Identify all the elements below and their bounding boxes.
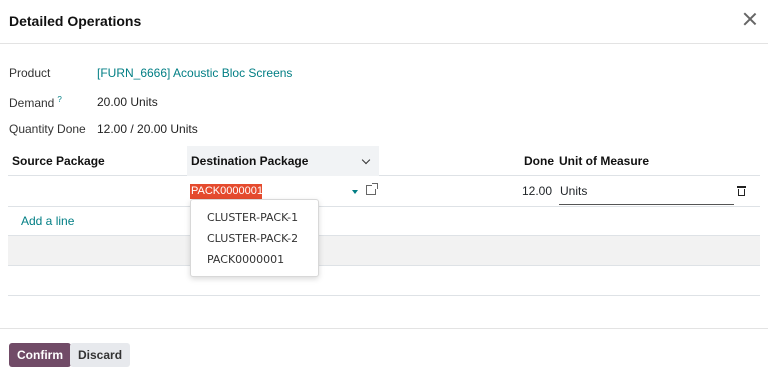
qty-done-label: Quantity Done	[9, 122, 86, 136]
add-line-link[interactable]: Add a line	[21, 214, 74, 228]
autocomplete-dropdown: CLUSTER-PACK-1 CLUSTER-PACK-2 PACK000000…	[190, 199, 319, 277]
trash-icon[interactable]	[737, 186, 746, 196]
destination-package-input[interactable]: PACK0000001	[190, 184, 263, 199]
done-value[interactable]: 12.00	[518, 184, 552, 198]
col-done[interactable]: Done	[524, 146, 554, 176]
close-icon[interactable]	[742, 11, 758, 27]
chevron-down-icon[interactable]	[361, 155, 371, 165]
dialog-title: Detailed Operations	[9, 13, 142, 29]
dropdown-option[interactable]: CLUSTER-PACK-1	[191, 207, 318, 228]
table-header: Source Package Destination Package Done …	[8, 146, 760, 176]
dropdown-option[interactable]: CLUSTER-PACK-2	[191, 228, 318, 249]
empty-row	[8, 266, 760, 296]
dialog-footer: Confirm Discard	[0, 328, 768, 375]
col-destination-package[interactable]: Destination Package	[187, 146, 379, 176]
product-label: Product	[9, 66, 51, 80]
qty-done-value: 12.00 / 20.00 Units	[97, 122, 198, 136]
help-icon[interactable]: ?	[57, 95, 61, 104]
demand-value: 20.00 Units	[97, 95, 158, 109]
confirm-button[interactable]: Confirm	[9, 343, 71, 367]
col-destination-package-label: Destination Package	[191, 154, 309, 168]
col-source-package[interactable]: Source Package	[12, 146, 105, 176]
external-link-icon[interactable]	[366, 183, 378, 195]
uom-input[interactable]: Units	[559, 183, 734, 205]
empty-row	[8, 236, 760, 266]
caret-down-icon[interactable]	[352, 190, 358, 194]
trash-lid	[737, 186, 746, 188]
table-row[interactable]: PACK0000001 12.00 Units	[8, 176, 760, 207]
demand-label-group: Demand?	[9, 95, 62, 110]
product-link[interactable]: [FURN_6666] Acoustic Bloc Screens	[97, 66, 292, 80]
add-line-row: Add a line	[8, 207, 760, 236]
dropdown-option[interactable]: PACK0000001	[191, 249, 318, 270]
trash-can	[738, 189, 745, 196]
demand-label: Demand	[9, 96, 55, 110]
col-unit-of-measure[interactable]: Unit of Measure	[559, 146, 649, 176]
dialog-header: Detailed Operations	[0, 0, 768, 44]
discard-button[interactable]: Discard	[70, 343, 131, 367]
